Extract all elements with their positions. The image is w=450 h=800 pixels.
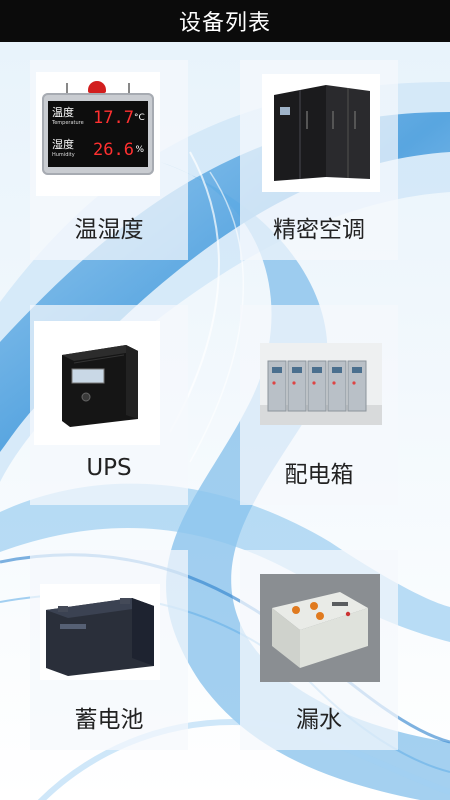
temp-label-en: Temperature xyxy=(52,120,84,126)
distribution-box-icon xyxy=(260,343,382,425)
device-label: 漏水 xyxy=(296,707,342,733)
header-bar: 设备列表 xyxy=(0,0,450,42)
temperature-humidity-display-icon: 温度 Temperature 17.7 °C 湿度 Humidity 26.6 % xyxy=(36,72,160,196)
device-tile-precision-ac[interactable]: 精密空调 xyxy=(240,60,398,260)
device-label: 温湿度 xyxy=(74,217,144,243)
device-label: 精密空调 xyxy=(273,217,365,243)
page-title: 设备列表 xyxy=(178,11,271,36)
humidity-unit: % xyxy=(135,145,144,155)
device-tile-water-leak[interactable]: 漏水 xyxy=(240,550,398,750)
device-tile-ups[interactable]: UPS xyxy=(30,305,188,505)
humidity-value: 26.6 xyxy=(93,140,134,160)
device-label: UPS xyxy=(86,455,132,481)
water-leak-sensor-icon xyxy=(260,574,380,682)
ups-icon xyxy=(34,321,160,445)
device-label: 蓄电池 xyxy=(74,707,144,733)
device-tile-temperature-humidity[interactable]: 温度 Temperature 17.7 °C 湿度 Humidity 26.6 % … xyxy=(30,60,188,260)
device-label: 配电箱 xyxy=(284,462,354,488)
temp-value: 17.7 xyxy=(93,108,134,128)
temp-unit: °C xyxy=(134,113,145,123)
device-tile-battery[interactable]: 蓄电池 xyxy=(30,550,188,750)
precision-air-conditioner-icon xyxy=(262,74,380,192)
humidity-label-en: Humidity xyxy=(52,152,75,158)
device-tile-distribution-box[interactable]: 配电箱 xyxy=(240,305,398,505)
battery-icon xyxy=(40,584,160,680)
